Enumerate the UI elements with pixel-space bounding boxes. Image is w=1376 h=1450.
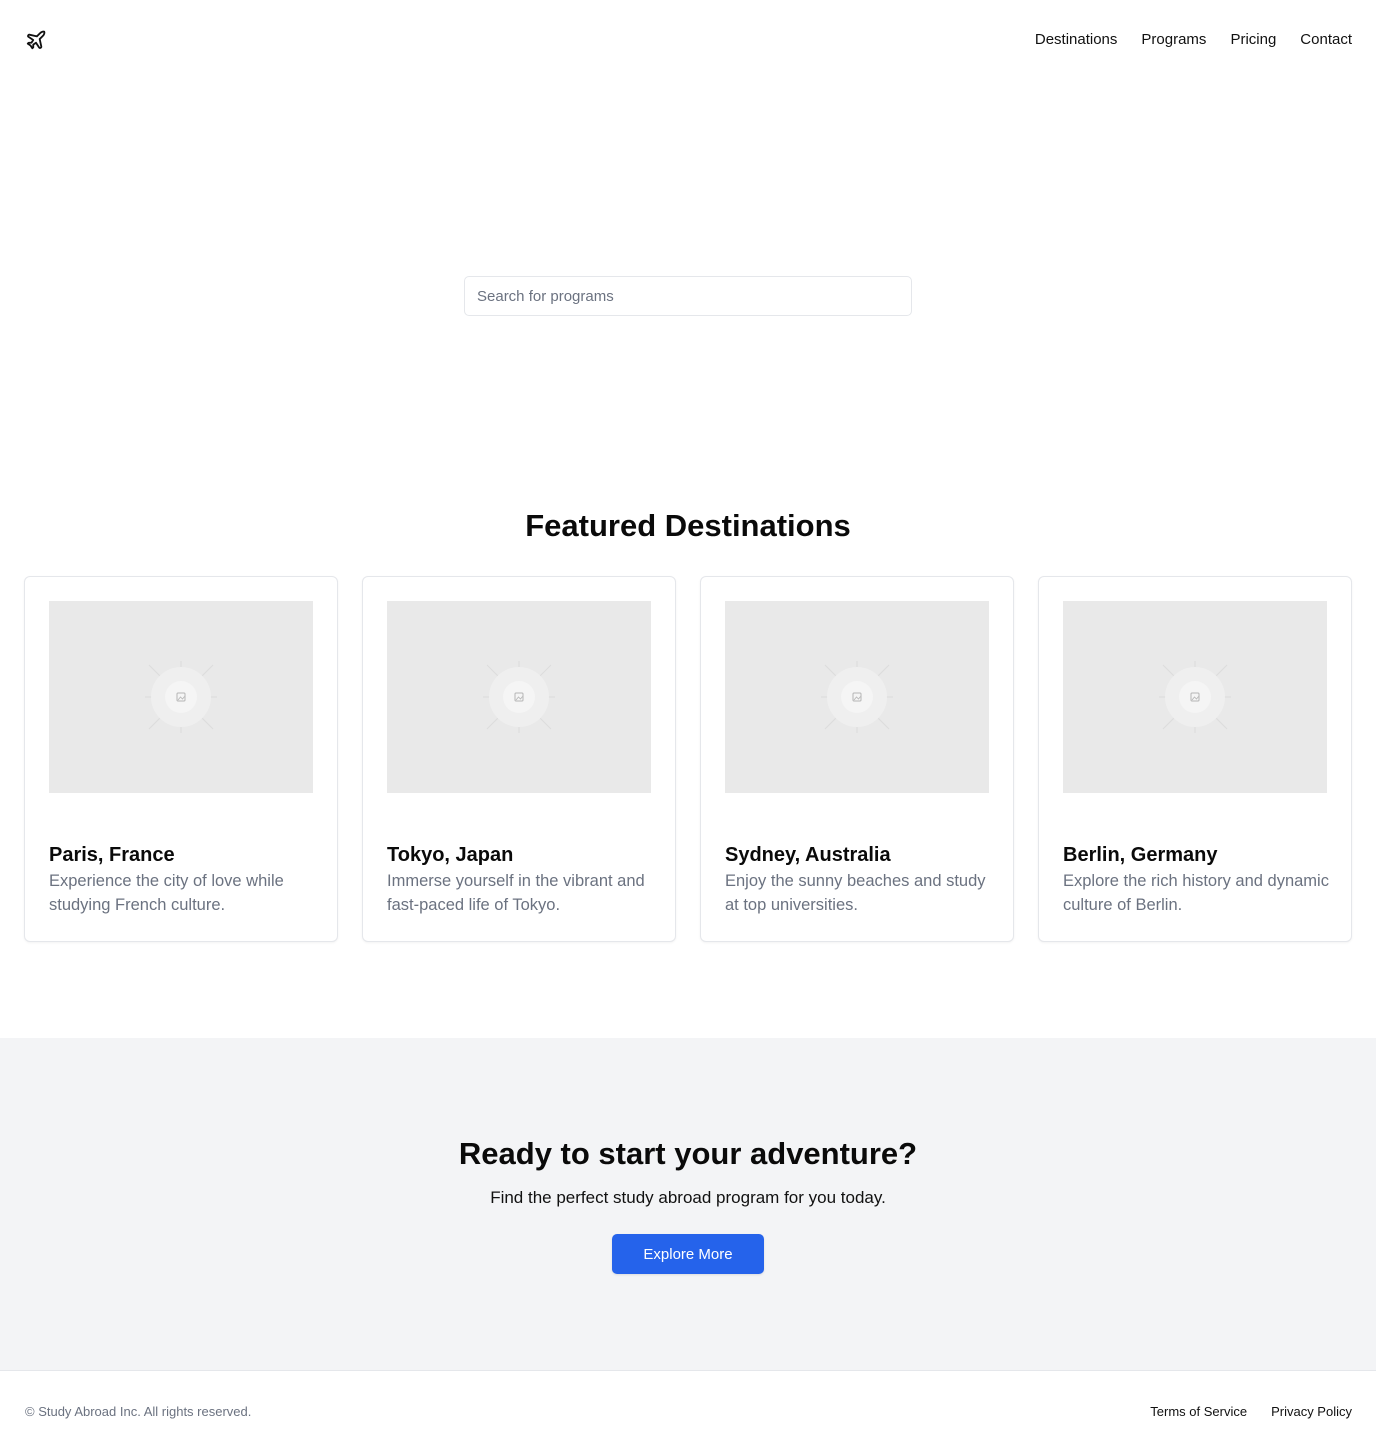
image-placeholder-icon xyxy=(387,601,651,793)
featured-destinations-title: Featured Destinations xyxy=(525,508,851,543)
site-footer: © Study Abroad Inc. All rights reserved.… xyxy=(0,1370,1376,1450)
nav-link-contact[interactable]: Contact xyxy=(1300,30,1352,50)
footer-links: Terms of Service Privacy Policy xyxy=(1150,1403,1352,1421)
destination-card-paris[interactable]: Paris, France Experience the city of lov… xyxy=(24,576,338,942)
card-description: Explore the rich history and dynamic cul… xyxy=(1063,872,1329,914)
card-title: Sydney, Australia xyxy=(725,844,891,866)
image-placeholder-icon xyxy=(725,601,989,793)
privacy-policy-link[interactable]: Privacy Policy xyxy=(1271,1403,1352,1421)
card-title: Paris, France xyxy=(49,844,175,866)
image-placeholder-icon xyxy=(49,601,313,793)
copyright-text: © Study Abroad Inc. All rights reserved. xyxy=(25,1404,252,1419)
destination-card-berlin[interactable]: Berlin, Germany Explore the rich history… xyxy=(1038,576,1352,942)
destination-cards: Paris, France Experience the city of lov… xyxy=(24,576,1352,942)
destination-card-tokyo[interactable]: Tokyo, Japan Immerse yourself in the vib… xyxy=(362,576,676,942)
card-description: Immerse yourself in the vibrant and fast… xyxy=(387,872,645,914)
search-container xyxy=(464,276,912,316)
destination-card-sydney[interactable]: Sydney, Australia Enjoy the sunny beache… xyxy=(700,576,1014,942)
terms-of-service-link[interactable]: Terms of Service xyxy=(1150,1403,1247,1421)
search-input[interactable] xyxy=(464,276,912,316)
main-nav: Destinations Programs Pricing Contact xyxy=(1035,30,1352,50)
image-placeholder-icon xyxy=(1063,601,1327,793)
site-header: Destinations Programs Pricing Contact xyxy=(0,0,1376,80)
nav-link-programs[interactable]: Programs xyxy=(1141,30,1206,50)
card-title: Berlin, Germany xyxy=(1063,844,1218,866)
cta-title: Ready to start your adventure? xyxy=(458,1136,918,1171)
card-description: Enjoy the sunny beaches and study at top… xyxy=(725,872,986,914)
airplane-icon[interactable] xyxy=(25,29,47,51)
cta-subtitle: Find the perfect study abroad program fo… xyxy=(490,1188,886,1207)
nav-link-destinations[interactable]: Destinations xyxy=(1035,30,1118,50)
explore-more-button[interactable]: Explore More xyxy=(612,1234,764,1274)
card-title: Tokyo, Japan xyxy=(387,844,514,866)
nav-link-pricing[interactable]: Pricing xyxy=(1230,30,1276,50)
cta-section: Ready to start your adventure? Find the … xyxy=(0,1038,1376,1370)
card-description: Experience the city of love while studyi… xyxy=(49,872,284,914)
